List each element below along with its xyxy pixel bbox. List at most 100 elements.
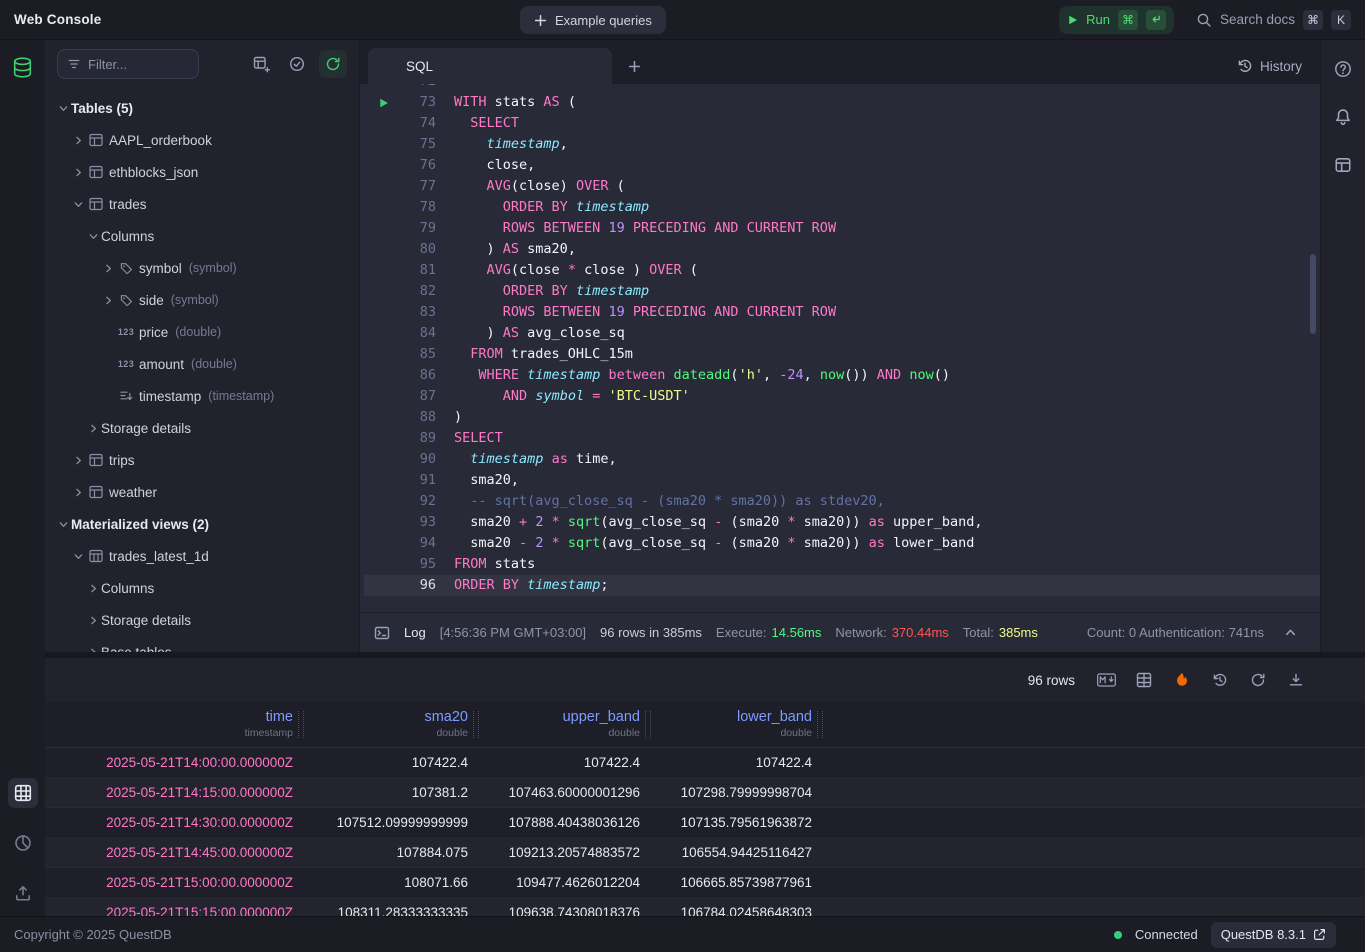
code-line-73[interactable]: 73WITH stats AS (: [364, 92, 1320, 113]
chevron-right-icon[interactable]: [85, 615, 101, 626]
cell[interactable]: 2025-05-21T15:00:00.000000Z: [45, 868, 305, 897]
cell[interactable]: 106554.94425116427: [652, 838, 824, 867]
tree-item-trades[interactable]: trades: [45, 188, 359, 220]
code-line-84[interactable]: 84 ) AS avg_close_sq: [364, 323, 1320, 344]
code-editor[interactable]: 7273WITH stats AS (74 SELECT75 timestamp…: [360, 84, 1320, 612]
table-row[interactable]: 2025-05-21T15:00:00.000000Z108071.661094…: [45, 868, 1365, 898]
cell[interactable]: 106665.85739877961: [652, 868, 824, 897]
chevron-right-icon[interactable]: [100, 263, 116, 274]
code-line-96[interactable]: 96ORDER BY timestamp;: [364, 575, 1320, 596]
code-line-77[interactable]: 77 AVG(close) OVER (: [364, 176, 1320, 197]
cell[interactable]: 107888.40438036126: [480, 808, 652, 837]
history-button[interactable]: History: [1237, 58, 1302, 74]
column-header-upper_band[interactable]: upper_banddouble: [480, 702, 652, 747]
tree-item-storage-details[interactable]: Storage details: [45, 412, 359, 444]
chevron-right-icon[interactable]: [85, 583, 101, 594]
code-line-82[interactable]: 82 ORDER BY timestamp: [364, 281, 1320, 302]
code-line-83[interactable]: 83 ROWS BETWEEN 19 PRECEDING AND CURRENT…: [364, 302, 1320, 323]
chevron-down-icon[interactable]: [85, 231, 101, 242]
chevron-down-icon[interactable]: [70, 551, 86, 562]
column-header-lower_band[interactable]: lower_banddouble: [652, 702, 824, 747]
tree-item-timestamp[interactable]: timestamp(timestamp): [45, 380, 359, 412]
new-tab-button[interactable]: [620, 52, 648, 80]
code-line-72[interactable]: 72: [364, 84, 1320, 92]
code-line-86[interactable]: 86 WHERE timestamp between dateadd('h', …: [364, 365, 1320, 386]
grafana-button[interactable]: [1169, 667, 1195, 693]
code-line-91[interactable]: 91 sma20,: [364, 470, 1320, 491]
select-tables-button[interactable]: [283, 50, 311, 78]
cell[interactable]: 2025-05-21T14:15:00.000000Z: [45, 778, 305, 807]
code-line-87[interactable]: 87 AND symbol = 'BTC-USDT': [364, 386, 1320, 407]
tree-item-price[interactable]: 123price(double): [45, 316, 359, 348]
chevron-down-icon[interactable]: [55, 519, 71, 530]
chevron-down-icon[interactable]: [55, 103, 71, 114]
import-button[interactable]: [8, 878, 38, 908]
tree-item-side[interactable]: side(symbol): [45, 284, 359, 316]
cell[interactable]: 107512.09999999999: [305, 808, 480, 837]
code-line-75[interactable]: 75 timestamp,: [364, 134, 1320, 155]
chevron-right-icon[interactable]: [100, 295, 116, 306]
tree-item-columns[interactable]: Columns: [45, 572, 359, 604]
chevron-right-icon[interactable]: [70, 455, 86, 466]
code-line-94[interactable]: 94 sma20 - 2 * sqrt(avg_close_sq - (sma2…: [364, 533, 1320, 554]
editor-scrollbar[interactable]: [1310, 254, 1316, 334]
cell[interactable]: 2025-05-21T14:00:00.000000Z: [45, 748, 305, 777]
tree-item-columns[interactable]: Columns: [45, 220, 359, 252]
tree-item-amount[interactable]: 123amount(double): [45, 348, 359, 380]
code-line-79[interactable]: 79 ROWS BETWEEN 19 PRECEDING AND CURRENT…: [364, 218, 1320, 239]
code-line-92[interactable]: 92 -- sqrt(avg_close_sq - (sma20 * sma20…: [364, 491, 1320, 512]
tables-panel-button[interactable]: [8, 52, 38, 82]
code-line-95[interactable]: 95FROM stats: [364, 554, 1320, 575]
cell[interactable]: 109477.4626012204: [480, 868, 652, 897]
chevron-down-icon[interactable]: [70, 199, 86, 210]
tree-item-trips[interactable]: trips: [45, 444, 359, 476]
tree-item-symbol[interactable]: symbol(symbol): [45, 252, 359, 284]
chevron-right-icon[interactable]: [85, 423, 101, 434]
tree-item-storage-details[interactable]: Storage details: [45, 604, 359, 636]
chevron-right-icon[interactable]: [70, 135, 86, 146]
code-line-90[interactable]: 90 timestamp as time,: [364, 449, 1320, 470]
chevron-right-icon[interactable]: [70, 167, 86, 178]
cell[interactable]: 2025-05-21T15:15:00.000000Z: [45, 898, 305, 916]
results-grid-button[interactable]: [8, 778, 38, 808]
help-button[interactable]: [1328, 54, 1358, 84]
table-row[interactable]: 2025-05-21T15:15:00.000000Z108311.283333…: [45, 898, 1365, 916]
cell[interactable]: 107884.075: [305, 838, 480, 867]
column-header-sma20[interactable]: sma20double: [305, 702, 480, 747]
code-line-85[interactable]: 85 FROM trades_OHLC_15m: [364, 344, 1320, 365]
tree-item-weather[interactable]: weather: [45, 476, 359, 508]
cell[interactable]: 107422.4: [652, 748, 824, 777]
code-line-88[interactable]: 88): [364, 407, 1320, 428]
add-table-button[interactable]: [247, 50, 275, 78]
filter-box[interactable]: [57, 49, 199, 79]
cell[interactable]: 107135.79561963872: [652, 808, 824, 837]
query-history-button[interactable]: [1207, 667, 1233, 693]
tree-item-base-tables[interactable]: Base tables: [45, 636, 359, 652]
cell[interactable]: 107381.2: [305, 778, 480, 807]
refresh-schema-button[interactable]: [319, 50, 347, 78]
cell[interactable]: 109213.20574883572: [480, 838, 652, 867]
collapse-log-button[interactable]: [1278, 621, 1302, 645]
cell[interactable]: 107422.4: [305, 748, 480, 777]
cell[interactable]: 2025-05-21T14:45:00.000000Z: [45, 838, 305, 867]
code-line-80[interactable]: 80 ) AS sma20,: [364, 239, 1320, 260]
column-header-time[interactable]: timetimestamp: [45, 702, 305, 747]
table-row[interactable]: 2025-05-21T14:00:00.000000Z107422.410742…: [45, 748, 1365, 778]
chart-view-button[interactable]: [8, 828, 38, 858]
cell[interactable]: 107422.4: [480, 748, 652, 777]
tree-item-ethblocks-json[interactable]: ethblocks_json: [45, 156, 359, 188]
chevron-right-icon[interactable]: [70, 487, 86, 498]
cell[interactable]: 108071.66: [305, 868, 480, 897]
cell[interactable]: 107463.60000001296: [480, 778, 652, 807]
run-button[interactable]: Run ⌘: [1059, 6, 1174, 34]
version-button[interactable]: QuestDB 8.3.1: [1211, 922, 1336, 948]
cell[interactable]: 106784.02458648303: [652, 898, 824, 916]
table-row[interactable]: 2025-05-21T14:45:00.000000Z107884.075109…: [45, 838, 1365, 868]
cell[interactable]: 108311.28333333335: [305, 898, 480, 916]
code-line-89[interactable]: 89SELECT: [364, 428, 1320, 449]
tree-item-tables-5-[interactable]: Tables (5): [45, 92, 359, 124]
search-docs-button[interactable]: Search docs ⌘ K: [1196, 10, 1351, 30]
run-query-icon[interactable]: [364, 92, 396, 113]
tree-item-aapl-orderbook[interactable]: AAPL_orderbook: [45, 124, 359, 156]
cell[interactable]: 109638.74308018376: [480, 898, 652, 916]
